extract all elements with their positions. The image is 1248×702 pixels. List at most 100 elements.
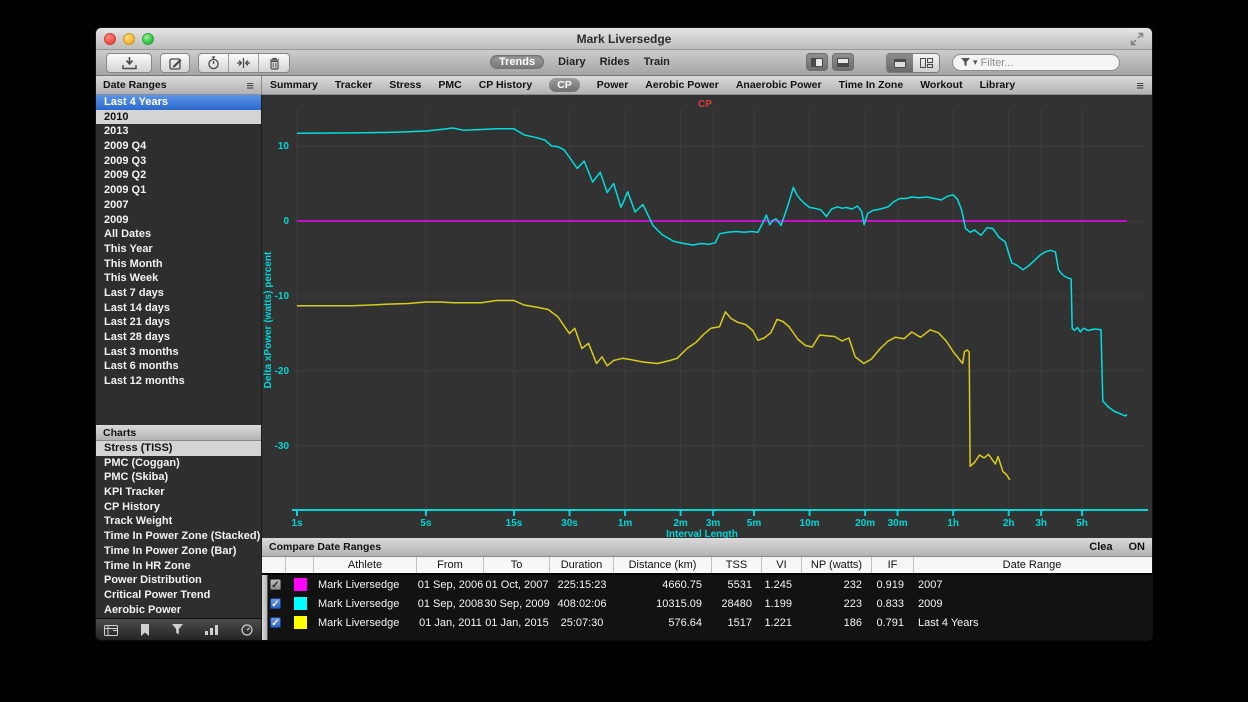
date-range-item[interactable]: Last 21 days	[96, 315, 261, 330]
download-icon	[122, 57, 137, 70]
bookmark-icon[interactable]	[140, 624, 150, 636]
filter-icon[interactable]	[172, 624, 183, 635]
date-range-item[interactable]: Last 14 days	[96, 301, 261, 316]
date-ranges-list: Last 4 Years201020132009 Q42009 Q32009 Q…	[96, 95, 261, 425]
mode-trends[interactable]: Trends	[490, 55, 544, 69]
row-checkbox[interactable]: ✓	[270, 598, 281, 609]
chart-item[interactable]: CP History	[96, 500, 261, 515]
date-range-item[interactable]: 2009	[96, 213, 261, 228]
table-cell: 0.791	[872, 613, 914, 632]
table-cell: 5531	[712, 575, 762, 594]
tool-group	[198, 53, 290, 73]
chart-item[interactable]: PMC (Coggan)	[96, 456, 261, 471]
svg-text:5s: 5s	[420, 518, 432, 529]
fullscreen-icon[interactable]	[1130, 32, 1144, 46]
date-range-item[interactable]: 2013	[96, 124, 261, 139]
toggle-bottombar-button[interactable]	[832, 53, 854, 71]
chart-item[interactable]: Track Weight	[96, 514, 261, 529]
cp-chart-pane: 1s5s15s30s1m2m3m5m10m20m30m1h2h3h5h100-1…	[262, 95, 1152, 538]
table-cell: 0.919	[872, 575, 914, 594]
split-activity-button[interactable]	[229, 54, 259, 72]
tab-tracker[interactable]: Tracker	[335, 79, 372, 91]
date-range-item[interactable]: Last 12 months	[96, 374, 261, 389]
date-range-item[interactable]: Last 28 days	[96, 330, 261, 345]
chart-item[interactable]: Time In Power Zone (Bar)	[96, 544, 261, 559]
svg-text:30s: 30s	[561, 518, 578, 529]
filter-placeholder: Filter...	[981, 57, 1014, 69]
compare-on-button[interactable]: ON	[1129, 541, 1146, 553]
table-row: ✓Mark Liversedge01 Jan, 201101 Jan, 2015…	[262, 613, 1152, 632]
stopwatch-button[interactable]	[199, 54, 229, 72]
mode-train[interactable]: Train	[644, 56, 670, 68]
date-range-item[interactable]: 2009 Q2	[96, 168, 261, 183]
chart-item[interactable]: Power Distribution	[96, 573, 261, 588]
tab-workout[interactable]: Workout	[920, 79, 962, 91]
import-activity-button[interactable]	[106, 53, 152, 73]
table-cell: 1517	[712, 613, 762, 632]
filter-dropdown-arrow[interactable]: ▾	[973, 57, 978, 68]
compare-scrollbar[interactable]	[262, 575, 268, 640]
date-range-item[interactable]: This Year	[96, 242, 261, 257]
svg-text:3h: 3h	[1035, 518, 1047, 529]
tab-cp[interactable]: CP	[549, 78, 580, 92]
date-range-item[interactable]: Last 3 months	[96, 345, 261, 360]
tab-summary[interactable]: Summary	[270, 79, 318, 91]
color-cell	[286, 613, 314, 632]
date-range-item[interactable]: 2007	[96, 198, 261, 213]
mode-rides[interactable]: Rides	[600, 56, 630, 68]
delete-activity-button[interactable]	[259, 54, 289, 72]
chart-item[interactable]: Critical Power Trend	[96, 588, 261, 603]
chart-item[interactable]: Time In HR Zone	[96, 559, 261, 574]
date-range-item[interactable]: This Month	[96, 257, 261, 272]
chart-bars-icon[interactable]	[205, 624, 219, 635]
tab-pmc[interactable]: PMC	[438, 79, 461, 91]
layout-tiled-button[interactable]	[913, 54, 939, 72]
row-checkbox[interactable]: ✓	[270, 579, 281, 590]
date-range-item[interactable]: All Dates	[96, 227, 261, 242]
chart-item[interactable]: Aerobic Power	[96, 603, 261, 618]
svg-text:10m: 10m	[800, 518, 820, 529]
date-ranges-menu-icon[interactable]: ≡	[246, 79, 254, 92]
tab-anaerobic-power[interactable]: Anaerobic Power	[736, 79, 822, 91]
chart-menu-icon[interactable]: ≡	[1136, 79, 1144, 92]
chart-item[interactable]: Time In Power Zone (Stacked)	[96, 529, 261, 544]
table-cell: 01 Jan, 2015	[484, 613, 550, 632]
tab-time-in-zone[interactable]: Time In Zone	[839, 79, 904, 91]
app-window: Mark Liversedge	[96, 28, 1152, 640]
tab-aerobic-power[interactable]: Aerobic Power	[645, 79, 719, 91]
svg-text:20m: 20m	[855, 518, 875, 529]
filter-input[interactable]: ▾ Filter...	[952, 54, 1120, 71]
column-header: NP (watts)	[802, 557, 872, 573]
date-range-item[interactable]: 2009 Q1	[96, 183, 261, 198]
date-ranges-header: Date Ranges ≡	[96, 76, 262, 95]
date-range-item[interactable]: Last 6 months	[96, 359, 261, 374]
date-range-item[interactable]: 2009 Q3	[96, 154, 261, 169]
sidebar-toolbar	[96, 618, 261, 640]
manual-entry-button[interactable]	[160, 53, 190, 73]
chart-item[interactable]: Stress (TISS)	[96, 441, 261, 456]
toggle-sidebar-button[interactable]	[806, 53, 828, 71]
date-range-item[interactable]: 2009 Q4	[96, 139, 261, 154]
column-header: Date Range	[914, 557, 1150, 573]
tab-stress[interactable]: Stress	[389, 79, 421, 91]
gauge-icon[interactable]	[241, 624, 253, 636]
table-cell: 1.221	[762, 613, 802, 632]
column-header	[286, 557, 314, 573]
svg-text:1m: 1m	[618, 518, 633, 529]
compare-clear-button[interactable]: Clea	[1089, 541, 1112, 553]
tab-cp-history[interactable]: CP History	[479, 79, 533, 91]
calendar-icon[interactable]	[104, 624, 118, 636]
layout-single-button[interactable]	[887, 54, 913, 72]
chart-item[interactable]: KPI Tracker	[96, 485, 261, 500]
mode-diary[interactable]: Diary	[558, 56, 586, 68]
row-checkbox[interactable]: ✓	[270, 617, 281, 628]
svg-text:10: 10	[278, 141, 290, 152]
date-range-item[interactable]: Last 4 Years	[96, 95, 261, 110]
tab-power[interactable]: Power	[597, 79, 629, 91]
date-range-item[interactable]: This Week	[96, 271, 261, 286]
column-header: Distance (km)	[614, 557, 712, 573]
date-range-item[interactable]: 2010	[96, 110, 261, 125]
tab-library[interactable]: Library	[980, 79, 1016, 91]
date-range-item[interactable]: Last 7 days	[96, 286, 261, 301]
chart-item[interactable]: PMC (Skiba)	[96, 470, 261, 485]
